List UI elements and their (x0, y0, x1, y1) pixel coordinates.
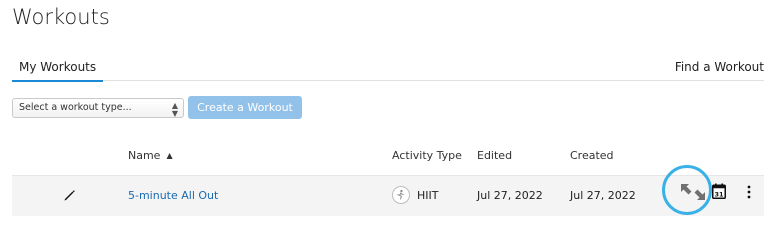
tab-bar: My Workouts Find a Workout (12, 56, 764, 82)
column-header-edited[interactable]: Edited (477, 149, 512, 162)
select-arrows-icon: ▲ ▼ (171, 101, 178, 118)
column-header-name-label: Name (128, 149, 161, 162)
calendar-icon[interactable]: 31 (712, 183, 726, 199)
created-date: Jul 27, 2022 (570, 189, 636, 202)
hiit-activity-icon (392, 186, 410, 204)
sort-ascending-icon: ▲ (166, 151, 173, 160)
workout-type-select[interactable]: Select a workout type... ▲ ▼ (12, 98, 184, 118)
column-header-created[interactable]: Created (570, 149, 614, 162)
workout-type-select-value: Select a workout type... (19, 102, 132, 113)
tab-find-a-workout[interactable]: Find a Workout (675, 56, 764, 74)
create-workout-button[interactable]: Create a Workout (188, 96, 302, 119)
workouts-page: Workouts My Workouts Find a Workout Sele… (0, 0, 768, 225)
table-row: 5-minute All Out HIIT Jul 27, 2022 Jul 2… (12, 176, 764, 216)
expand-arrows-icon[interactable] (678, 181, 708, 203)
activity-type-value: HIIT (417, 189, 439, 202)
edited-date: Jul 27, 2022 (477, 189, 543, 202)
pencil-icon[interactable] (62, 188, 76, 202)
column-header-activity-type[interactable]: Activity Type (392, 149, 462, 162)
tab-my-workouts[interactable]: My Workouts (12, 56, 104, 82)
page-title: Workouts (12, 5, 110, 29)
more-vertical-icon[interactable] (747, 185, 751, 199)
calendar-day-number: 31 (714, 190, 724, 198)
workout-name-link[interactable]: 5-minute All Out (128, 189, 218, 202)
column-header-name[interactable]: Name ▲ (128, 149, 173, 162)
